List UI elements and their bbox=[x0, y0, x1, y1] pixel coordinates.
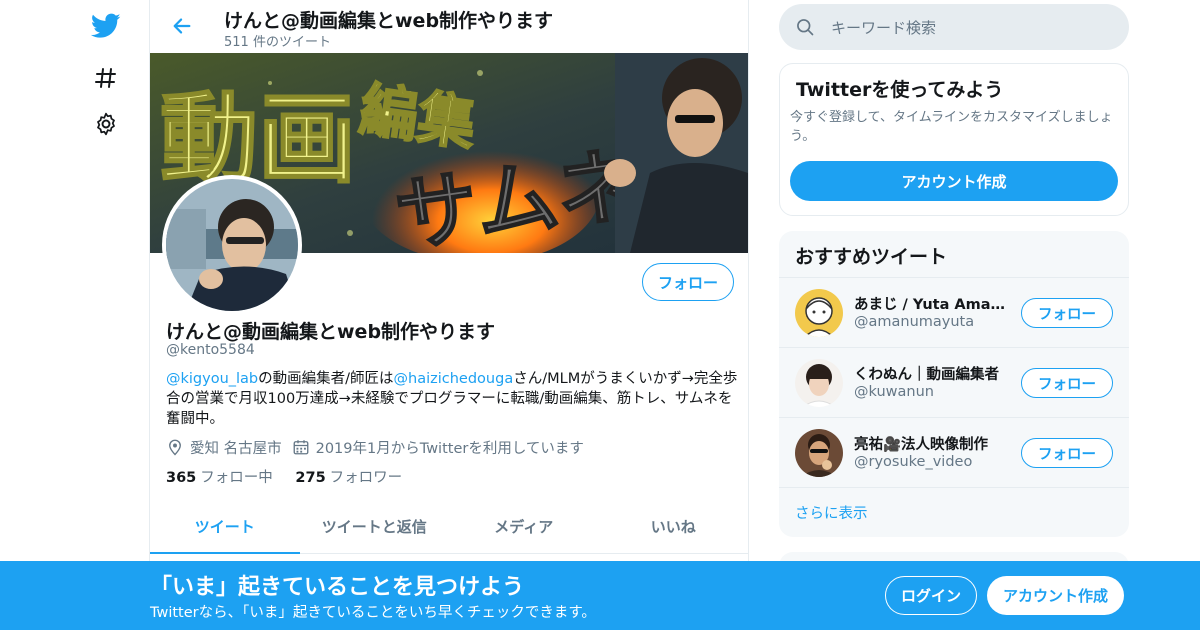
profile-handle: @kento5584 bbox=[166, 342, 255, 358]
banner-subtitle: Twitterなら、「いま」起きていることをいち早くチェックできます。 bbox=[150, 605, 596, 621]
tweet-count: 511 件のツイート bbox=[224, 35, 331, 50]
signup-box-title: Twitterを使ってみよう bbox=[796, 79, 1004, 101]
tab-tweets-and-replies[interactable]: ツイートと返信 bbox=[300, 500, 450, 553]
profile-tabs: ツイート ツイートと返信 メディア いいね bbox=[150, 500, 748, 554]
search-bar[interactable]: キーワード検索 bbox=[779, 4, 1129, 50]
search-input[interactable]: キーワード検索 bbox=[831, 17, 936, 38]
followers-stat[interactable]: 275 フォロワー bbox=[295, 470, 402, 486]
signup-banner: 「いま」起きていることを見つけよう Twitterなら、「いま」起きていることを… bbox=[0, 561, 1200, 630]
recommended-user[interactable]: くわぬん｜動画編集者 @kuwanun フォロー bbox=[779, 347, 1129, 417]
profile-header-bar: けんと@動画編集とweb制作やります 511 件のツイート bbox=[150, 0, 748, 53]
recommended-user[interactable]: あまじ / Yuta Amanuma @amanumayuta フォロー bbox=[779, 277, 1129, 347]
follow-button[interactable]: フォロー bbox=[1021, 438, 1113, 468]
back-arrow-icon[interactable] bbox=[168, 12, 196, 40]
page: けんと@動画編集とweb制作やります 511 件のツイート 動画 編集 サムネ … bbox=[0, 0, 1200, 630]
recommended-title: おすすめツイート bbox=[795, 246, 948, 268]
join-date: 2019年1月からTwitterを利用しています bbox=[292, 437, 584, 458]
signup-button[interactable]: アカウント作成 bbox=[987, 576, 1124, 615]
profile-stats: 365 フォロー中 275 フォロワー bbox=[166, 466, 420, 487]
calendar-icon bbox=[293, 440, 309, 455]
recommended-name: くわぬん｜動画編集者 bbox=[854, 367, 999, 383]
bio-text: の動画編集者/師匠は bbox=[258, 371, 394, 387]
followers-label: フォロワー bbox=[329, 470, 403, 486]
follow-button[interactable]: フォロー bbox=[1021, 298, 1113, 328]
header-title: けんと@動画編集とweb制作やります bbox=[224, 10, 554, 32]
banner-title: 「いま」起きていることを見つけよう bbox=[150, 575, 525, 600]
create-account-button[interactable]: アカウント作成 bbox=[790, 161, 1118, 201]
location-pin-icon bbox=[169, 439, 181, 456]
avatar[interactable] bbox=[795, 429, 843, 477]
follow-button[interactable]: フォロー bbox=[642, 263, 734, 301]
show-more-link[interactable]: さらに表示 bbox=[779, 487, 1129, 537]
recommended-box: おすすめツイート あまじ / Yuta Amanuma @amanumayuta… bbox=[779, 231, 1129, 537]
recommended-handle: @kuwanun bbox=[854, 384, 934, 400]
profile-name: けんと@動画編集とweb制作やります bbox=[166, 321, 496, 343]
follow-button[interactable]: フォロー bbox=[1021, 368, 1113, 398]
gear-icon[interactable] bbox=[90, 108, 122, 140]
hashtag-icon[interactable] bbox=[90, 62, 122, 94]
profile-bio: @kigyou_labの動画編集者/師匠は@haizichedougaさん/ML… bbox=[166, 369, 740, 429]
tab-media[interactable]: メディア bbox=[449, 500, 599, 553]
tab-likes[interactable]: いいね bbox=[599, 500, 749, 553]
bio-mention-link[interactable]: @kigyou_lab bbox=[166, 371, 258, 387]
recommended-user[interactable]: 亮祐🎥法人映像制作 @ryosuke_video フォロー bbox=[779, 417, 1129, 487]
location-text: 愛知 名古屋市 bbox=[190, 440, 282, 457]
login-button[interactable]: ログイン bbox=[885, 576, 977, 615]
profile-avatar[interactable] bbox=[162, 175, 302, 315]
following-count: 365 bbox=[166, 470, 197, 486]
twitter-logo-icon[interactable] bbox=[90, 10, 122, 42]
location: 愛知 名古屋市 bbox=[166, 437, 282, 458]
avatar[interactable] bbox=[795, 359, 843, 407]
followers-count: 275 bbox=[295, 470, 326, 486]
signup-box-description: 今すぐ登録して、タイムラインをカスタマイズしましょう。 bbox=[790, 110, 1113, 144]
tab-tweets[interactable]: ツイート bbox=[150, 500, 300, 554]
join-date-text: 2019年1月からTwitterを利用しています bbox=[315, 440, 584, 457]
profile-meta: 愛知 名古屋市 2019年1月からTwitterを利用しています bbox=[166, 436, 594, 458]
recommended-name: 亮祐🎥法人映像制作 bbox=[854, 437, 989, 453]
following-label: フォロー中 bbox=[200, 470, 273, 486]
recommended-handle: @amanumayuta bbox=[854, 314, 975, 330]
search-icon bbox=[797, 19, 814, 36]
profile-column: けんと@動画編集とweb制作やります 511 件のツイート 動画 編集 サムネ … bbox=[149, 0, 749, 630]
recommended-name: あまじ / Yuta Amanuma bbox=[854, 297, 1012, 313]
avatar[interactable] bbox=[795, 289, 843, 337]
bio-mention-link[interactable]: @haizichedouga bbox=[394, 371, 514, 387]
signup-box: Twitterを使ってみよう 今すぐ登録して、タイムラインをカスタマイズしましょ… bbox=[779, 63, 1129, 216]
recommended-handle: @ryosuke_video bbox=[854, 454, 973, 470]
following-stat[interactable]: 365 フォロー中 bbox=[166, 470, 273, 486]
